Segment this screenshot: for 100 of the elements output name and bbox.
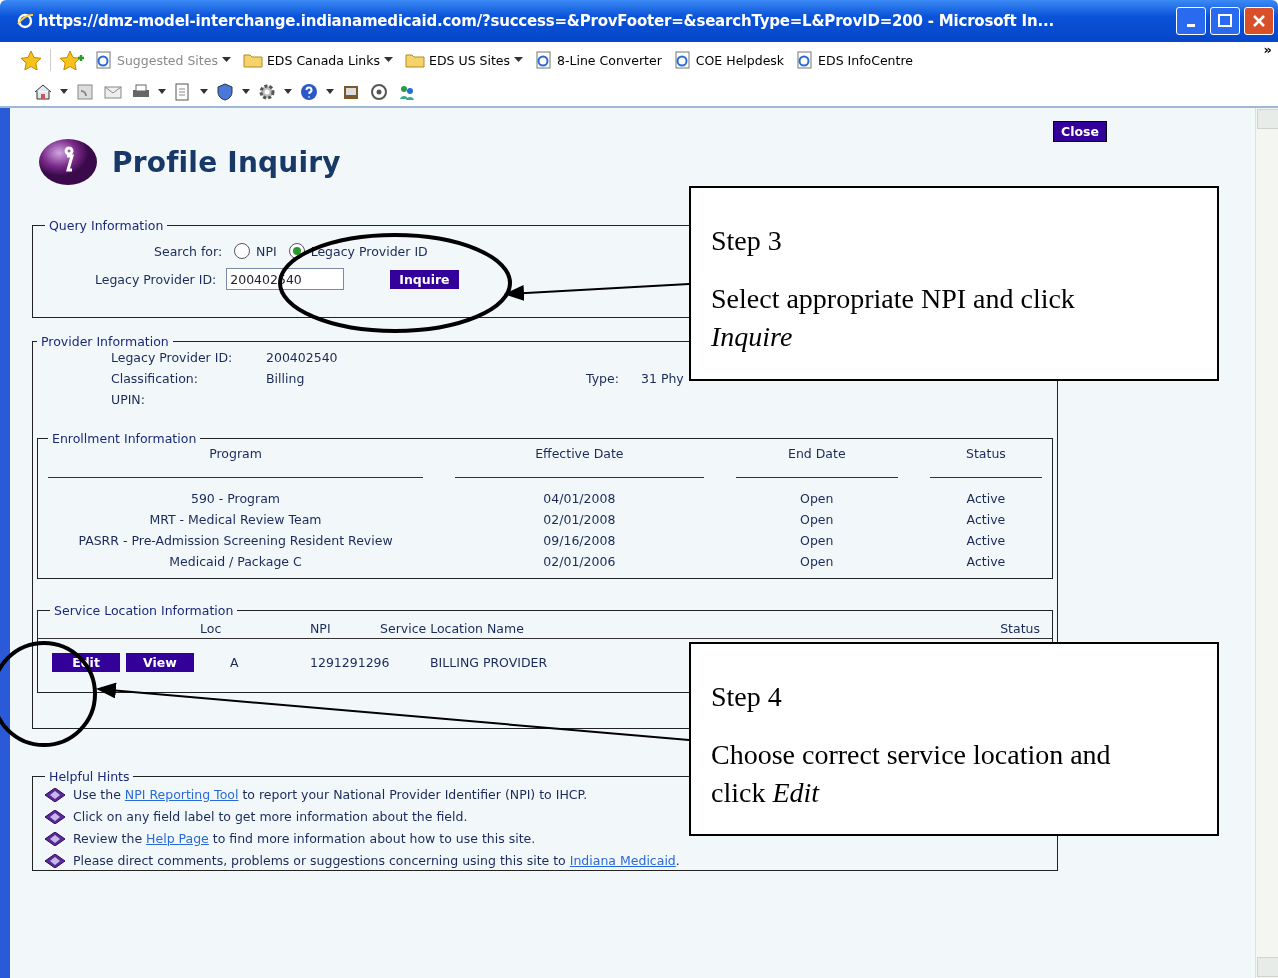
minimize-icon (1187, 23, 1195, 27)
favorites-link[interactable]: EDS Canada Links (242, 52, 394, 68)
field-label: Legacy Provider ID: (111, 349, 234, 367)
field-value: 200402540 (266, 349, 339, 367)
dropdown-caret-icon (221, 57, 231, 63)
hint-link[interactable]: Indiana Medicaid (569, 853, 676, 868)
field-label: Type: (586, 370, 620, 388)
shield-icon[interactable] (214, 82, 236, 102)
section-legend: Provider Information (37, 334, 173, 349)
field-label: UPIN: (111, 391, 146, 409)
dropdown-caret-icon[interactable] (60, 89, 68, 95)
dropdown-caret-icon (514, 57, 524, 63)
table-cell-text: Active (965, 490, 1007, 508)
browser-icon (16, 12, 34, 30)
table-cell-text: Open (799, 511, 835, 529)
radio-label[interactable]: NPI (256, 243, 277, 259)
star-icon[interactable] (20, 50, 42, 70)
feeds-icon[interactable] (74, 82, 96, 102)
close-icon (1252, 14, 1266, 28)
inquire-button[interactable]: Inquire (390, 269, 459, 289)
dropdown-caret-icon[interactable] (326, 89, 334, 95)
web-page-icon (673, 51, 692, 69)
section-legend: Helpful Hints (45, 769, 134, 784)
table-cell-text: Active (965, 511, 1007, 529)
dropdown-caret-icon[interactable] (200, 89, 208, 95)
minimize-button[interactable] (1176, 7, 1206, 35)
column-header: Service Location Name (380, 620, 525, 636)
add-favorites-icon[interactable] (59, 50, 85, 70)
table-cell-text: Open (799, 532, 835, 550)
column-header: Effective Date (455, 446, 704, 478)
window-title: https://dmz-model-interchange.indianamedicaid.com/?success=&ProvFooter=&searchType=L&ProvID=200 - Microsoft In... (38, 12, 1055, 30)
radio-label[interactable]: Legacy Provider ID (310, 243, 428, 259)
table-cell-text: Medicaid / Package C (168, 553, 303, 571)
column-header: Program (48, 446, 423, 478)
column-header: End Date (735, 446, 898, 478)
field-label: Legacy Provider ID: (95, 271, 217, 287)
hint-link[interactable]: NPI Reporting Tool (124, 787, 239, 802)
field-label: Search for: (154, 243, 223, 259)
home-icon[interactable] (32, 82, 54, 102)
table-cell-text: Open (799, 553, 835, 571)
diamond-bullet-icon (45, 832, 65, 846)
section-legend: Enrollment Information (48, 431, 201, 446)
column-header: Status (1000, 620, 1040, 636)
callout-text: Choose correct service location and click Edit (711, 738, 1112, 810)
radio-button[interactable] (234, 243, 251, 259)
row-action-button[interactable]: View (126, 652, 194, 672)
diamond-bullet-icon (45, 788, 65, 802)
table-cell-text: 09/16/2008 (542, 532, 617, 550)
table-cell-text: 02/01/2006 (542, 553, 617, 571)
table-cell-text: 1291291296 (310, 654, 391, 670)
table-cell-text: 02/01/2008 (542, 511, 617, 529)
help-icon[interactable] (298, 82, 320, 102)
diamond-bullet-icon (45, 854, 65, 868)
dropdown-caret-icon (384, 57, 394, 63)
hint-text: Review the Help Page to find more information about how to use this site. (73, 830, 536, 848)
column-header: NPI (310, 620, 332, 636)
favorites-link[interactable]: 8-Line Converter (535, 51, 662, 69)
web-page-icon (535, 51, 554, 69)
hint-link[interactable]: Help Page (146, 831, 209, 846)
info-icon (38, 138, 98, 186)
page-title: Profile Inquiry (112, 145, 341, 179)
callout-heading: Step 3 (711, 224, 783, 258)
table-cell-text: A (230, 654, 240, 670)
web-page-icon (796, 51, 815, 69)
table-cell-text: 04/01/2008 (542, 490, 617, 508)
scrollbar[interactable] (1255, 108, 1278, 978)
favorites-link[interactable]: COE Helpdesk (673, 51, 785, 69)
field-value: 31 Phy (641, 370, 685, 388)
callout-text: Select appropriate NPI and click Inquire (711, 282, 1076, 354)
hint-text: Use the NPI Reporting Tool to report your National Provider Identifier (NPI) to IHCP. (73, 786, 588, 804)
field-value: Billing (266, 370, 306, 388)
table-cell-text: MRT - Medical Review Team (148, 511, 323, 529)
close-button[interactable] (1244, 7, 1274, 35)
folder-icon (242, 52, 263, 68)
section-legend: Service Location Information (50, 603, 238, 618)
overflow-chevron[interactable]: » (1263, 42, 1272, 57)
column-header: Loc (200, 620, 223, 636)
maximize-icon (1218, 14, 1232, 28)
table-cell-text: PASRR - Pre-Admission Screening Resident Review (77, 532, 394, 550)
dropdown-caret-icon[interactable] (242, 89, 250, 95)
field-label: Classification: (111, 370, 199, 388)
web-page-icon (95, 51, 113, 69)
table-cell-text: Open (799, 490, 835, 508)
maximize-button[interactable] (1210, 7, 1240, 35)
table-cell-text: Active (965, 553, 1007, 571)
favorites-link[interactable]: EDS US Sites (405, 52, 524, 68)
table-cell-text: 590 - Program (189, 490, 282, 508)
folder-icon (405, 52, 426, 68)
favorites-link[interactable]: EDS InfoCentre (796, 51, 913, 69)
dropdown-caret-icon[interactable] (284, 89, 292, 95)
diamond-bullet-icon (45, 810, 65, 824)
dropdown-caret-icon[interactable] (158, 89, 166, 95)
table-cell-text: Active (965, 532, 1007, 550)
table-cell: BILLING PROVIDER (430, 654, 548, 670)
column-header: Status (929, 446, 1042, 478)
close-button[interactable]: Close (1053, 121, 1107, 142)
hint-text: Please direct comments, problems or suggestions concerning using this site to Indiana Medicaid. (73, 852, 680, 870)
circle-icon[interactable] (368, 82, 390, 102)
callout-heading: Step 4 (711, 680, 783, 714)
section-legend: Query Information (45, 218, 168, 233)
